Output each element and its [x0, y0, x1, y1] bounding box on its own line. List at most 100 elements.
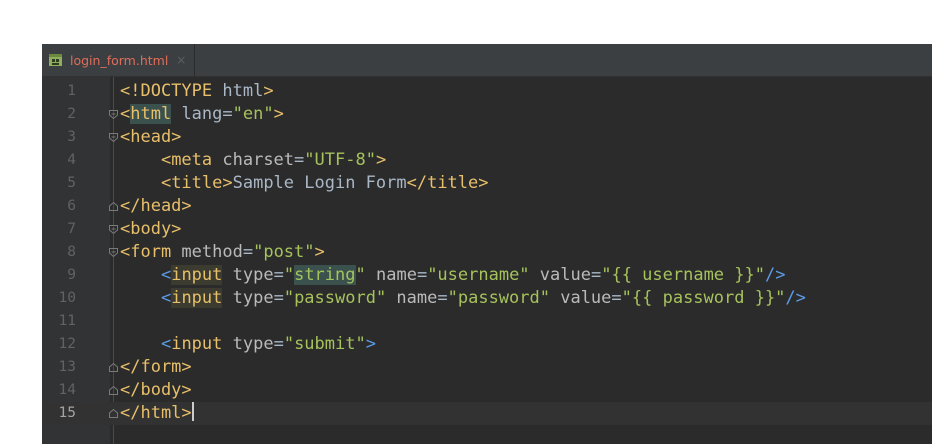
code-token: >: [263, 81, 274, 101]
code-line[interactable]: 12 <input type="submit">: [42, 333, 932, 356]
code-token: <title>: [160, 173, 233, 193]
tab-label: login_form.html: [70, 52, 169, 68]
code-editor[interactable]: login_form.html × 1 <!DOCTYPE html> 2 <html…: [42, 44, 932, 444]
code-token: name: [386, 288, 438, 308]
line-text: <form method="post">: [120, 241, 325, 264]
code-token: "password": [283, 288, 387, 308]
line-text: <input type="password" name="password" v…: [120, 287, 806, 310]
code-line[interactable]: 4 <meta charset="UTF-8">: [42, 149, 932, 172]
code-line[interactable]: 3 <head>: [42, 126, 932, 149]
code-line[interactable]: 5 <title>Sample Login Form</title>: [42, 172, 932, 195]
fold-open-icon[interactable]: [108, 132, 119, 143]
code-token: <body>: [120, 219, 182, 239]
line-text: <meta charset="UTF-8">: [120, 149, 386, 172]
code-token: "post": [253, 242, 315, 262]
line-text: <html lang="en">: [120, 103, 284, 126]
line-number: 13: [58, 359, 76, 375]
line-text: <title>Sample Login Form</title>: [120, 172, 489, 195]
code-area[interactable]: 1 <!DOCTYPE html> 2 <html lang="en"> 3 <head>…: [42, 77, 932, 444]
code-token: <meta: [160, 150, 223, 170]
code-line[interactable]: 2 <html lang="en">: [42, 103, 932, 126]
code-token: <head>: [120, 127, 182, 147]
line-number: 10: [58, 290, 76, 306]
line-number: 3: [67, 129, 76, 145]
code-token: </head>: [120, 196, 192, 216]
code-line[interactable]: 10 <input type="password" name="password…: [42, 287, 932, 310]
line-number: 14: [58, 382, 76, 398]
code-token: type: [222, 288, 274, 308]
line-text: <head>: [120, 126, 181, 149]
code-token: input: [171, 334, 233, 354]
code-token: >: [314, 242, 325, 262]
code-line[interactable]: 9 <input type="string" name="username" v…: [42, 264, 932, 287]
fold-end-icon[interactable]: [108, 201, 119, 212]
code-token: >: [375, 150, 387, 170]
line-number: 8: [67, 244, 76, 260]
line-text: </body>: [120, 379, 192, 402]
code-token: =: [273, 334, 284, 354]
fold-open-icon[interactable]: [108, 224, 119, 235]
code-token: =: [242, 242, 254, 262]
code-token: charset: [222, 150, 295, 170]
close-icon[interactable]: ×: [176, 53, 186, 67]
line-text: </form>: [120, 356, 192, 379]
line-number: 2: [67, 106, 76, 122]
code-line[interactable]: 8 <form method="post">: [42, 241, 932, 264]
code-token: =: [437, 288, 448, 308]
code-token: </body>: [120, 380, 192, 400]
code-line[interactable]: 13 </form>: [42, 356, 932, 379]
code-token: =: [611, 288, 622, 308]
line-text: <input type="submit">: [120, 333, 376, 356]
code-token: input: [171, 265, 223, 285]
code-token: =: [273, 265, 284, 285]
line-text: </html>: [120, 402, 194, 425]
fold-open-icon[interactable]: [108, 109, 119, 120]
code-line[interactable]: 1 <!DOCTYPE html>: [42, 80, 932, 103]
code-token: >: [273, 104, 284, 124]
line-number: 1: [67, 83, 76, 99]
code-token: "username": [427, 265, 530, 285]
code-token: </form>: [120, 357, 192, 377]
code-line[interactable]: 14 </body>: [42, 379, 932, 402]
line-text: </head>: [120, 195, 192, 218]
line-number: 6: [67, 198, 76, 214]
line-number: 4: [67, 152, 76, 168]
code-token: html: [222, 81, 264, 101]
code-line[interactable]: 11: [42, 310, 932, 333]
fold-open-icon[interactable]: [108, 247, 119, 258]
code-token: ": [355, 265, 366, 285]
code-token: input: [171, 288, 223, 308]
code-token: />: [785, 288, 806, 308]
html-file-icon: [48, 52, 64, 68]
code-token: html: [130, 104, 172, 124]
code-line[interactable]: 6 </head>: [42, 195, 932, 218]
code-token: =: [416, 265, 428, 285]
code-token: <: [160, 288, 172, 308]
code-token: method: [181, 242, 243, 262]
fold-end-icon[interactable]: [108, 408, 119, 419]
fold-end-icon[interactable]: [108, 385, 119, 396]
code-token: <: [160, 265, 172, 285]
line-number: 11: [58, 313, 76, 329]
code-token: string: [294, 265, 356, 285]
code-token: "{{ username }}": [601, 265, 765, 285]
code-line[interactable]: 7 <body>: [42, 218, 932, 241]
code-token: =: [222, 104, 233, 124]
tab-login-form[interactable]: login_form.html ×: [42, 44, 196, 76]
line-text: <body>: [120, 218, 181, 241]
text-cursor: [191, 402, 194, 421]
code-token: "submit": [283, 334, 366, 354]
code-token: "password": [447, 288, 550, 308]
code-line[interactable]: 15 </html>: [42, 402, 932, 425]
code-token: value: [549, 288, 612, 308]
fold-end-icon[interactable]: [108, 362, 119, 373]
code-token: value: [529, 265, 591, 285]
code-token: <form: [120, 242, 182, 262]
code-token: <: [120, 104, 131, 124]
code-token: =: [294, 150, 305, 170]
code-token: ": [283, 265, 295, 285]
